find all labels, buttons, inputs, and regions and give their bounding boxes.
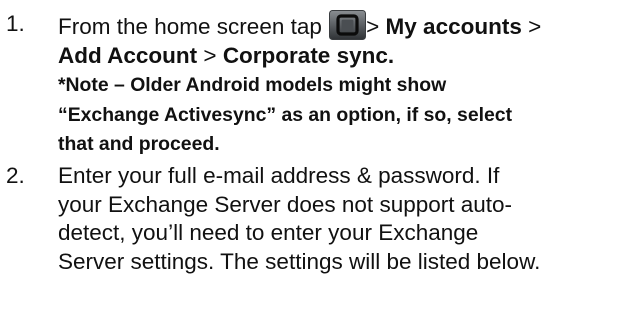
menu-add-account: Add Account	[58, 42, 198, 68]
note-line: *Note – Older Android models might show	[58, 74, 447, 97]
breadcrumb-separator: >	[197, 42, 223, 68]
note-line: “Exchange Activesync” as an option, if s…	[58, 103, 513, 126]
step-1-prefix: From the home screen tap	[58, 14, 322, 39]
menu-my-accounts: My accounts	[385, 14, 522, 39]
home-button-icon	[329, 10, 367, 40]
step-2-line: Server settings. The settings will be li…	[58, 248, 541, 274]
menu-corporate-sync: Corporate sync.	[222, 42, 395, 68]
instruction-list: 1. From the home screen tap > My account…	[0, 0, 632, 276]
note-line: that and proceed.	[58, 133, 220, 156]
step-1: 1. From the home screen tap > My account…	[0, 0, 632, 160]
breadcrumb-separator: >	[521, 14, 542, 39]
step-1-line-1: From the home screen tap > My accounts >	[58, 10, 632, 42]
instruction-page: { "steps": [ { "number": "1.", "prefix":…	[0, 0, 632, 335]
step-1-number: 1.	[6, 11, 25, 36]
breadcrumb-separator: >	[366, 14, 386, 39]
step-2-line: detect, you’ll need to enter your Exchan…	[58, 220, 479, 246]
step-2: 2. Enter your full e-mail address & pass…	[0, 162, 632, 276]
step-1-line-2: Add Account > Corporate sync.	[58, 42, 632, 71]
step-1-note: *Note – Older Android models might show …	[58, 71, 632, 160]
step-2-line: Enter your full e-mail address & passwor…	[58, 162, 500, 188]
step-2-line: your Exchange Server does not support au…	[58, 191, 513, 217]
step-2-number: 2.	[6, 162, 25, 188]
